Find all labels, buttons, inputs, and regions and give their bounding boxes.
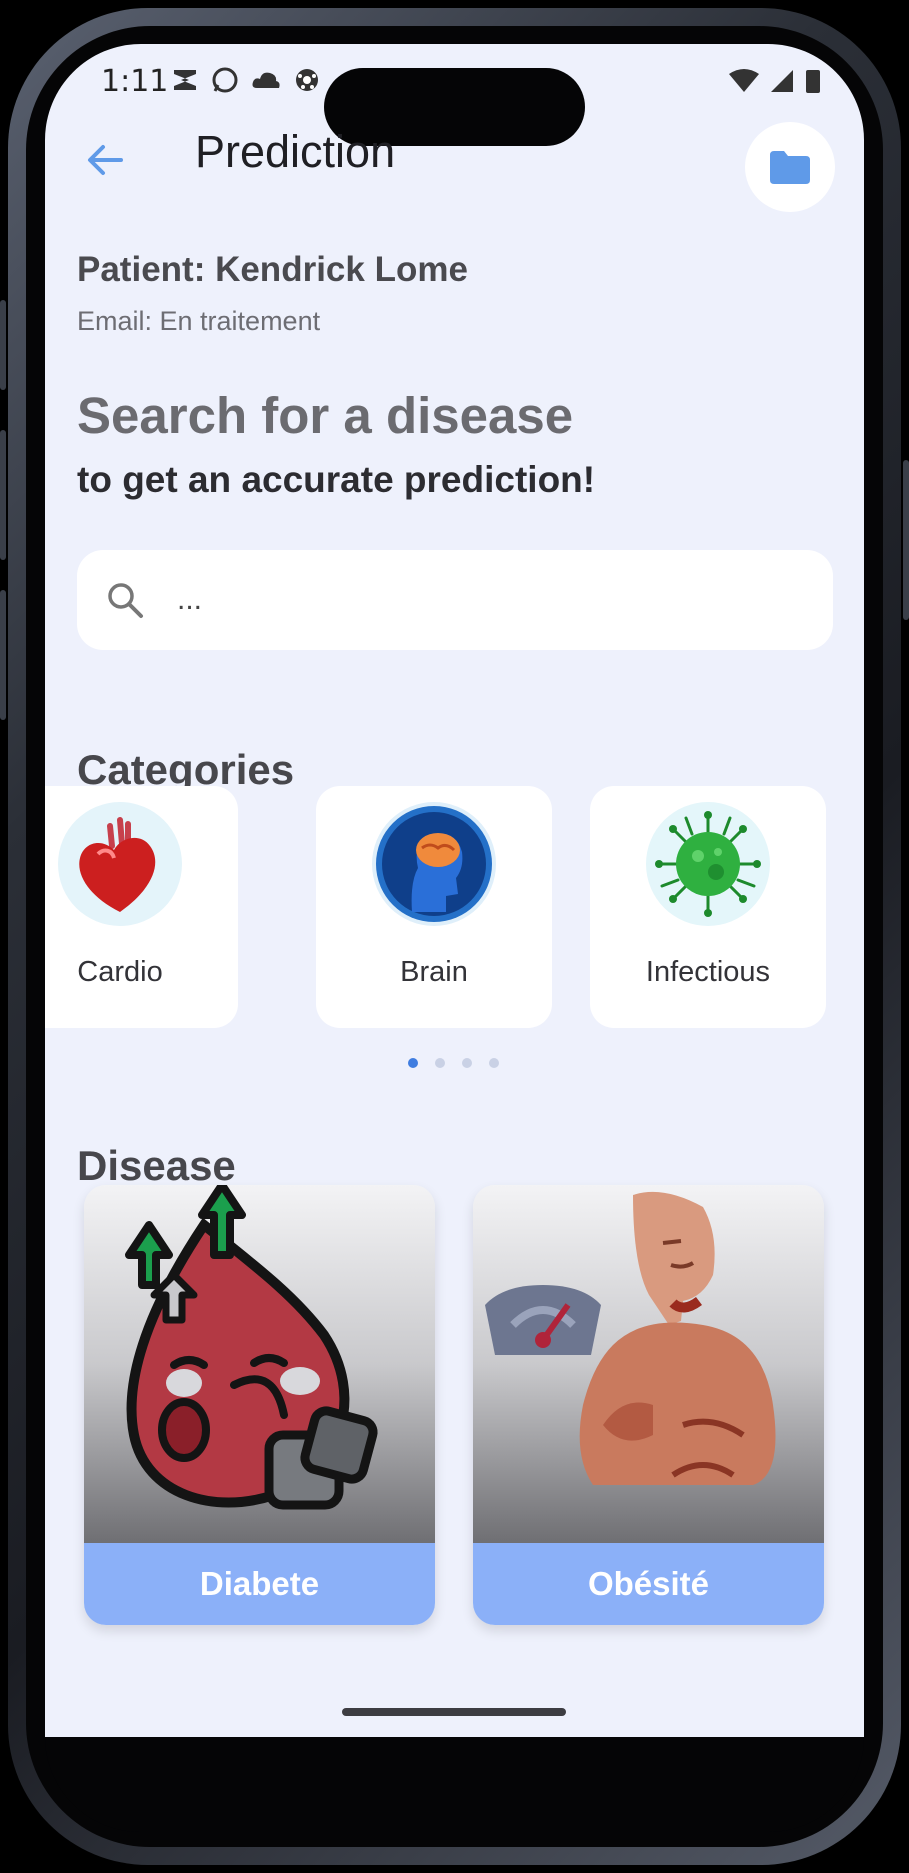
search-bar[interactable] <box>77 550 833 650</box>
disease-image <box>84 1185 435 1543</box>
disease-title: Disease <box>77 1142 236 1189</box>
page-title: Prediction <box>195 126 396 177</box>
capcut-icon <box>174 70 196 90</box>
pagination-dot[interactable] <box>435 1058 445 1068</box>
obesity-icon <box>485 1191 776 1485</box>
phone-bottom-bezel <box>45 1737 864 1832</box>
cloud-icon <box>252 72 280 88</box>
system-icons <box>729 68 821 94</box>
hero-subtitle: to get an accurate prediction! <box>77 459 596 500</box>
virus-icon <box>646 802 770 926</box>
soccer-ball-icon <box>296 69 318 91</box>
heart-icon <box>58 802 182 926</box>
notification-icons <box>171 66 321 94</box>
hero-title: Search for a disease <box>77 387 574 444</box>
disease-image <box>473 1185 824 1543</box>
app-screen: 1:11 Prediction Patient: Kendrick Lome E… <box>45 44 864 1737</box>
signal-icon <box>771 70 793 92</box>
category-label: Cardio <box>77 956 163 988</box>
patient-name: Patient: Kendrick Lome <box>77 250 468 289</box>
category-card-cardio[interactable]: Cardio <box>45 786 238 1028</box>
brain-icon <box>372 802 496 926</box>
category-label: Infectious <box>645 956 771 988</box>
home-indicator[interactable] <box>342 1708 566 1716</box>
status-time: 1:11 <box>101 64 169 99</box>
disease-card-diabete[interactable]: Diabete <box>84 1185 435 1625</box>
folder-button[interactable] <box>745 122 835 212</box>
disease-label: Diabete <box>84 1543 435 1625</box>
side-button <box>0 300 6 390</box>
side-button <box>0 590 6 720</box>
search-icon <box>108 583 143 618</box>
patient-email: Email: En traitement <box>77 306 321 336</box>
disease-label: Obésité <box>473 1543 824 1625</box>
whatsapp-icon <box>212 67 238 93</box>
power-button <box>903 460 909 620</box>
side-button <box>0 430 6 560</box>
categories-carousel[interactable]: Cardio Brain Infectious <box>45 786 864 1031</box>
category-card-infectious[interactable]: Infectious <box>590 786 826 1028</box>
disease-card-obesite[interactable]: Obésité <box>473 1185 824 1625</box>
carousel-pagination <box>408 1058 499 1068</box>
folder-icon <box>770 151 810 184</box>
pagination-dot[interactable] <box>408 1058 418 1068</box>
category-card-brain[interactable]: Brain <box>316 786 552 1028</box>
category-label: Brain <box>400 956 468 988</box>
battery-icon <box>806 70 820 93</box>
wifi-icon <box>729 69 759 92</box>
arrow-left-icon[interactable] <box>81 136 129 184</box>
blood-drop-icon <box>125 1185 378 1510</box>
pagination-dot[interactable] <box>462 1058 472 1068</box>
search-input[interactable] <box>177 578 797 622</box>
pagination-dot[interactable] <box>489 1058 499 1068</box>
